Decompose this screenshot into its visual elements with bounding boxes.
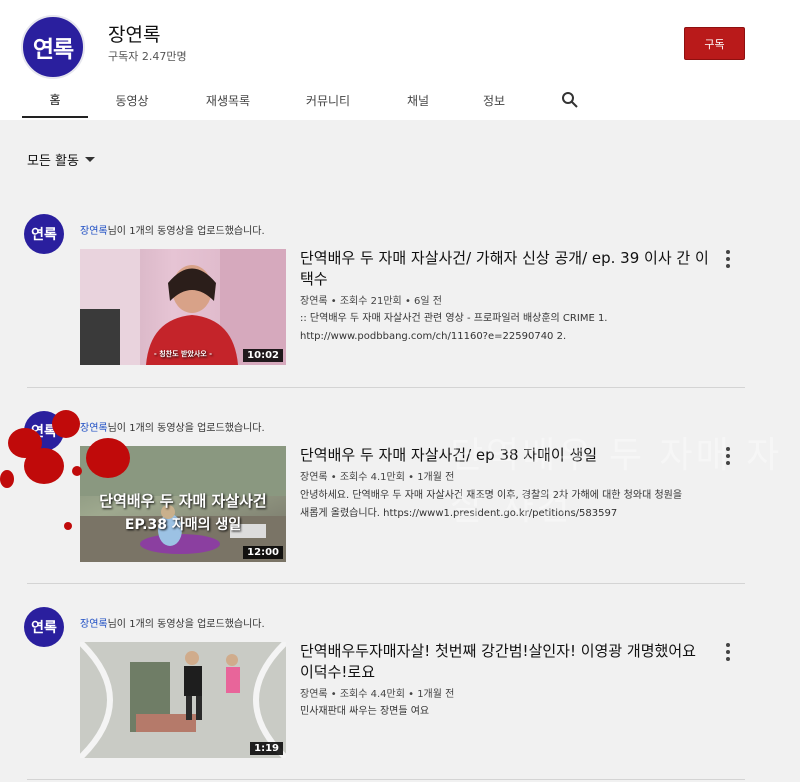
search-icon[interactable] xyxy=(561,91,579,109)
tab-community[interactable]: 커뮤니티 xyxy=(292,82,364,118)
activity-action-text: 님이 1개의 동영상을 업로드했습니다. xyxy=(107,423,265,434)
activity-header: 장연록님이 1개의 동영상을 업로드했습니다. xyxy=(80,419,265,434)
video-thumbnail[interactable]: - 칭찬도 받았사오 - 10:02 xyxy=(80,249,286,365)
video-title[interactable]: 단역배우두자매자살! 첫번째 강간범!살인자! 이영광 개명했어요 이덕수!로요 xyxy=(300,641,710,683)
activity-actor-link[interactable]: 장연록 xyxy=(80,423,108,434)
video-description: 민사재판대 싸우는 장면들 여요 xyxy=(300,703,740,721)
video-description: :: 단역배우 두 자매 자살사건 관련 영상 - 프로파일러 배상훈의 CRI… xyxy=(300,310,740,346)
tab-home[interactable]: 홈 xyxy=(22,82,88,118)
activity-filter[interactable]: 모든 활동 xyxy=(27,150,95,169)
video-meta: 장연록 • 조회수 4.1만회 • 1개월 전 xyxy=(300,472,455,483)
description-link[interactable]: http://www.podbbang.com/ch/11160?e=22590… xyxy=(300,328,740,346)
caret-down-icon xyxy=(84,157,95,162)
thumbnail-image xyxy=(80,249,286,365)
video-duration: 1:19 xyxy=(250,742,283,755)
activity-actor-link[interactable]: 장연록 xyxy=(80,619,108,630)
activity-avatar[interactable]: 연록 xyxy=(24,214,64,254)
divider xyxy=(27,779,745,780)
divider xyxy=(27,583,745,584)
video-meta: 장연록 • 조회수 4.4만회 • 1개월 전 xyxy=(300,689,455,700)
activity-item: 연록 장연록님이 1개의 동영상을 업로드했습니다. 1:19 단역배우두자매자… xyxy=(0,607,800,777)
subscriber-count: 구독자 2.47만명 xyxy=(108,50,187,63)
video-title[interactable]: 단역배우 두 자매 자살사건/ 가해자 신상 공개/ ep. 39 이사 간 이… xyxy=(300,248,710,290)
channel-tabs: 홈 동영상 재생목록 커뮤니티 채널 정보 xyxy=(0,82,800,120)
channel-name: 장연록 xyxy=(108,24,161,46)
subscribe-button[interactable]: 구독 xyxy=(684,27,745,60)
tab-playlists[interactable]: 재생목록 xyxy=(190,82,266,118)
video-meta: 장연록 • 조회수 21만회 • 6일 전 xyxy=(300,296,442,307)
channel-header: 연록 장연록 구독자 2.47만명 구독 홈 동영상 재생목록 커뮤니티 채널 … xyxy=(0,0,800,120)
video-duration: 10:02 xyxy=(243,349,283,362)
thumbnail-caption-sub: EP.38 자매의 생일 xyxy=(124,517,242,533)
activity-header: 장연록님이 1개의 동영상을 업로드했습니다. xyxy=(80,615,265,630)
thumbnail-caption: 단역배우 두 자매 자살사건 xyxy=(99,492,267,510)
activity-action-text: 님이 1개의 동영상을 업로드했습니다. xyxy=(107,619,265,630)
overlay-watermark: 단역배우 두 자매 자살 사건 xyxy=(450,435,783,528)
more-vert-icon[interactable] xyxy=(724,643,732,661)
video-duration: 12:00 xyxy=(243,546,283,559)
activity-actor-link[interactable]: 장연록 xyxy=(80,226,108,237)
channel-avatar[interactable]: 연록 xyxy=(21,15,85,79)
activity-filter-label: 모든 활동 xyxy=(27,154,79,169)
tab-channels[interactable]: 채널 xyxy=(396,82,440,118)
activity-action-text: 님이 1개의 동영상을 업로드했습니다. xyxy=(107,226,265,237)
divider xyxy=(27,387,745,388)
tab-videos[interactable]: 동영상 xyxy=(100,82,164,118)
more-vert-icon[interactable] xyxy=(724,250,732,268)
activity-avatar[interactable]: 연록 xyxy=(24,607,64,647)
description-line: :: 단역배우 두 자매 자살사건 관련 영상 - 프로파일러 배상훈의 CRI… xyxy=(300,313,608,324)
thumbnail-image xyxy=(80,642,286,758)
video-thumbnail[interactable]: 1:19 xyxy=(80,642,286,758)
tab-about[interactable]: 정보 xyxy=(474,82,514,118)
activity-header: 장연록님이 1개의 동영상을 업로드했습니다. xyxy=(80,222,265,237)
description-line: 민사재판대 싸우는 장면들 여요 xyxy=(300,706,430,717)
activity-item: 연록 장연록님이 1개의 동영상을 업로드했습니다. - 칭찬도 받았사오 - … xyxy=(0,214,800,384)
